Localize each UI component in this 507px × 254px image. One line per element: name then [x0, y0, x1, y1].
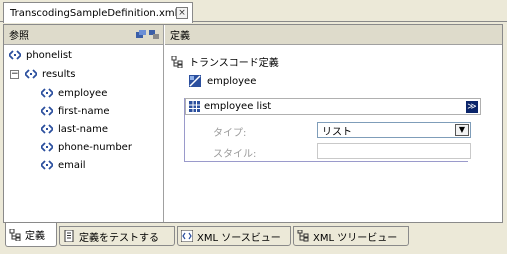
editor-frame: 参照 phonelist − results employee first-na… [3, 24, 503, 223]
transcode-definition-root[interactable]: トランスコード定義 [171, 54, 279, 69]
tree-item-label: last-name [58, 123, 109, 135]
element-icon [41, 160, 53, 170]
employee-label: employee [207, 75, 257, 87]
tree-item-label: results [42, 68, 76, 80]
style-label: スタイル: [213, 149, 257, 160]
tree-item-employee[interactable]: employee [41, 84, 107, 102]
link-icon[interactable] [149, 30, 159, 39]
reference-pane-title: 参照 [9, 31, 29, 42]
tree-item-first-name[interactable]: first-name [41, 102, 110, 120]
type-select-value: リスト [322, 126, 352, 138]
element-icon [25, 69, 37, 79]
tab-label: 定義 [25, 231, 45, 242]
document-icon [64, 230, 74, 242]
chevron-down-icon[interactable]: ▼ [455, 124, 469, 136]
tree-item-label: email [58, 159, 86, 171]
close-icon[interactable]: × [176, 7, 188, 19]
element-icon [41, 106, 53, 116]
tree-item-email[interactable]: email [41, 156, 86, 174]
details-button[interactable]: ≫ [466, 101, 478, 113]
reference-pane: 参照 phonelist − results employee first-na… [4, 25, 164, 222]
editor-tab-strip: TranscodingSampleDefinition.xml* × [0, 0, 507, 23]
bottom-tab-bar: 定義 定義をテストする XML ソースビュー XML ツリービュー [0, 223, 507, 254]
image-element-icon [189, 75, 201, 87]
tab-xml-tree-view[interactable]: XML ツリービュー [293, 226, 409, 246]
employee-list-node[interactable]: employee list ≫ [185, 98, 481, 115]
tree-item-phonelist[interactable]: phonelist [9, 46, 72, 64]
xml-tree-icon [297, 230, 309, 242]
tree-item-phone-number[interactable]: phone-number [41, 138, 132, 156]
element-icon [41, 142, 53, 152]
tab-label: XML ツリービュー [313, 232, 398, 244]
employee-list-label: employee list [204, 101, 272, 112]
type-label: タイプ: [213, 128, 247, 139]
tab-definition[interactable]: 定義 [5, 223, 57, 247]
editor-tab-title: TranscodingSampleDefinition.xml* [10, 7, 183, 19]
tree-item-results[interactable]: results [25, 65, 76, 83]
tab-test-definition[interactable]: 定義をテストする [59, 226, 175, 246]
element-icon [41, 124, 53, 134]
tab-xml-source-view[interactable]: XML ソースビュー [177, 226, 291, 246]
element-icon [41, 88, 53, 98]
definition-pane-title: 定義 [170, 31, 190, 42]
collapse-all-icon[interactable] [136, 30, 146, 39]
expander-toggle[interactable]: − [10, 70, 19, 79]
hierarchy-icon [9, 228, 21, 241]
tree-item-last-name[interactable]: last-name [41, 120, 108, 138]
tree-item-label: phonelist [26, 49, 72, 61]
table-icon [189, 101, 200, 112]
employee-node[interactable]: employee [189, 75, 256, 87]
definition-pane: 定義 トランスコード定義 employee employee list ≫ タイ… [165, 25, 502, 222]
tree-item-label: phone-number [58, 141, 132, 153]
xml-source-icon [181, 230, 193, 242]
tree-item-label: first-name [58, 105, 110, 117]
editor-tab[interactable]: TranscodingSampleDefinition.xml* × [3, 2, 193, 23]
element-icon [9, 50, 21, 60]
type-select[interactable]: リスト ▼ [317, 122, 471, 138]
style-input[interactable] [317, 143, 471, 159]
tab-label: XML ソースビュー [197, 232, 281, 244]
tree-item-label: employee [58, 87, 108, 99]
definition-pane-header: 定義 [165, 25, 502, 45]
root-label: トランスコード定義 [189, 58, 279, 69]
tab-label: 定義をテストする [79, 232, 159, 244]
reference-pane-header: 参照 [4, 25, 163, 45]
hierarchy-icon [171, 55, 183, 68]
